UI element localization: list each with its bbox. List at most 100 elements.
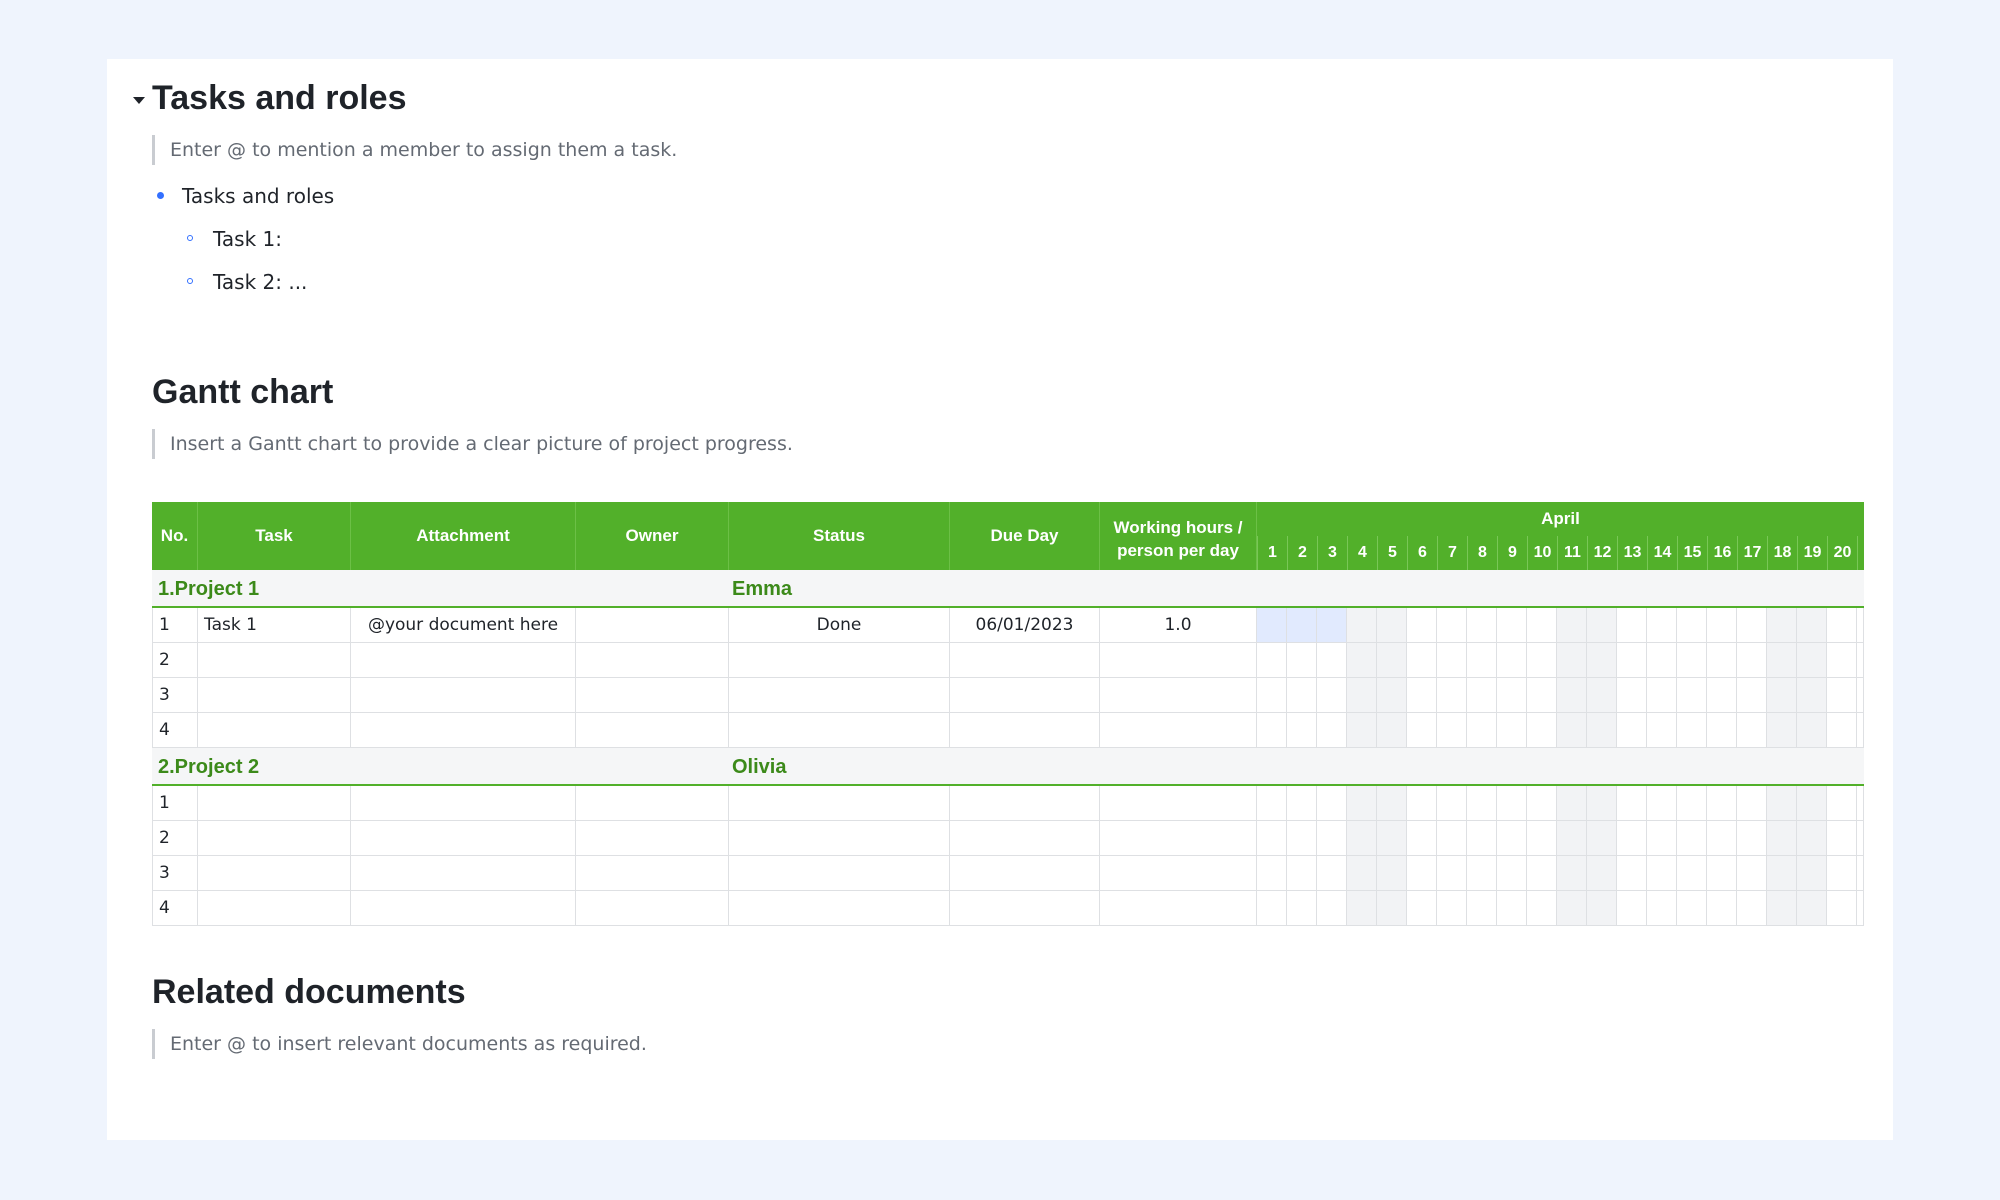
gantt-cell[interactable] bbox=[1377, 678, 1407, 713]
gantt-cell[interactable] bbox=[1347, 608, 1377, 643]
tasks-heading[interactable]: Tasks and roles bbox=[152, 79, 407, 118]
group-row[interactable] bbox=[152, 748, 1864, 786]
cell-hours[interactable] bbox=[1100, 643, 1257, 678]
header-attachment[interactable]: Attachment bbox=[351, 502, 576, 570]
gantt-cell[interactable] bbox=[1767, 713, 1797, 748]
gantt-cell[interactable] bbox=[1467, 821, 1497, 856]
cell-attachment[interactable] bbox=[351, 678, 576, 713]
gantt-table[interactable]: No. Task Attachment Owner Status Due Day… bbox=[152, 502, 1864, 989]
gantt-cell[interactable] bbox=[1587, 821, 1617, 856]
gantt-cell[interactable] bbox=[1527, 856, 1557, 891]
cell-owner[interactable] bbox=[576, 891, 729, 926]
cell-hours[interactable] bbox=[1100, 678, 1257, 713]
gantt-cell[interactable] bbox=[1677, 643, 1707, 678]
gantt-cell[interactable] bbox=[1287, 678, 1317, 713]
group-label[interactable]: 1.Project 1 bbox=[158, 570, 259, 608]
gantt-cell[interactable] bbox=[1467, 786, 1497, 821]
gantt-cell[interactable] bbox=[1647, 608, 1677, 643]
cell-task[interactable] bbox=[198, 678, 351, 713]
gantt-cell[interactable] bbox=[1707, 786, 1737, 821]
gantt-cell[interactable] bbox=[1587, 856, 1617, 891]
gantt-cell-overflow[interactable] bbox=[1857, 643, 1864, 678]
cell-owner[interactable] bbox=[576, 821, 729, 856]
gantt-cell[interactable] bbox=[1497, 856, 1527, 891]
gantt-cell[interactable] bbox=[1527, 786, 1557, 821]
cell-task[interactable] bbox=[198, 891, 351, 926]
gantt-cell[interactable] bbox=[1407, 856, 1437, 891]
gantt-cell[interactable] bbox=[1767, 786, 1797, 821]
cell-attachment[interactable] bbox=[351, 821, 576, 856]
gantt-cell[interactable] bbox=[1557, 891, 1587, 926]
gantt-cell[interactable] bbox=[1437, 821, 1467, 856]
gantt-cell[interactable] bbox=[1257, 786, 1287, 821]
gantt-cell[interactable] bbox=[1437, 891, 1467, 926]
gantt-cell[interactable] bbox=[1317, 821, 1347, 856]
gantt-cell[interactable] bbox=[1677, 608, 1707, 643]
gantt-cell[interactable] bbox=[1737, 608, 1767, 643]
gantt-cell[interactable] bbox=[1287, 786, 1317, 821]
cell-hours[interactable] bbox=[1100, 891, 1257, 926]
gantt-cell[interactable] bbox=[1407, 891, 1437, 926]
group-owner[interactable]: Olivia bbox=[732, 748, 786, 786]
gantt-cell[interactable] bbox=[1497, 786, 1527, 821]
group-row[interactable] bbox=[152, 570, 1864, 608]
cell-owner[interactable] bbox=[576, 678, 729, 713]
gantt-cell[interactable] bbox=[1497, 643, 1527, 678]
cell-due[interactable] bbox=[950, 821, 1100, 856]
cell-due[interactable] bbox=[950, 643, 1100, 678]
gantt-cell[interactable] bbox=[1347, 891, 1377, 926]
gantt-cell[interactable] bbox=[1707, 643, 1737, 678]
gantt-cell[interactable] bbox=[1617, 713, 1647, 748]
gantt-cell[interactable] bbox=[1827, 678, 1857, 713]
gantt-cell[interactable] bbox=[1527, 608, 1557, 643]
gantt-cell[interactable] bbox=[1647, 821, 1677, 856]
gantt-cell[interactable] bbox=[1647, 678, 1677, 713]
gantt-bar-cell[interactable] bbox=[1317, 608, 1347, 643]
cell-attachment[interactable]: @your document here bbox=[351, 608, 576, 643]
gantt-cell[interactable] bbox=[1257, 678, 1287, 713]
tasks-hint[interactable]: Enter @ to mention a member to assign th… bbox=[152, 135, 677, 165]
cell-no[interactable]: 4 bbox=[152, 891, 198, 926]
cell-due[interactable] bbox=[950, 713, 1100, 748]
cell-due[interactable] bbox=[950, 891, 1100, 926]
gantt-cell[interactable] bbox=[1557, 786, 1587, 821]
gantt-cell[interactable] bbox=[1797, 713, 1827, 748]
gantt-cell[interactable] bbox=[1467, 678, 1497, 713]
cell-hours[interactable]: 1.0 bbox=[1100, 608, 1257, 643]
gantt-cell[interactable] bbox=[1617, 608, 1647, 643]
gantt-cell[interactable] bbox=[1647, 856, 1677, 891]
gantt-cell[interactable] bbox=[1767, 678, 1797, 713]
cell-attachment[interactable] bbox=[351, 856, 576, 891]
gantt-cell[interactable] bbox=[1647, 643, 1677, 678]
gantt-cell[interactable] bbox=[1377, 786, 1407, 821]
cell-no[interactable]: 2 bbox=[152, 821, 198, 856]
collapse-caret-icon[interactable] bbox=[133, 97, 145, 104]
cell-task[interactable] bbox=[198, 856, 351, 891]
gantt-cell[interactable] bbox=[1257, 713, 1287, 748]
gantt-cell[interactable] bbox=[1377, 643, 1407, 678]
gantt-cell[interactable] bbox=[1767, 643, 1797, 678]
gantt-cell[interactable] bbox=[1437, 856, 1467, 891]
cell-owner[interactable] bbox=[576, 786, 729, 821]
header-due-day[interactable]: Due Day bbox=[950, 502, 1100, 570]
gantt-cell[interactable] bbox=[1737, 856, 1767, 891]
gantt-cell[interactable] bbox=[1827, 608, 1857, 643]
cell-no[interactable]: 2 bbox=[152, 643, 198, 678]
gantt-cell[interactable] bbox=[1437, 786, 1467, 821]
gantt-cell[interactable] bbox=[1557, 713, 1587, 748]
gantt-cell[interactable] bbox=[1347, 821, 1377, 856]
gantt-cell[interactable] bbox=[1737, 786, 1767, 821]
cell-task[interactable] bbox=[198, 786, 351, 821]
gantt-cell[interactable] bbox=[1347, 678, 1377, 713]
gantt-cell[interactable] bbox=[1317, 713, 1347, 748]
header-status[interactable]: Status bbox=[729, 502, 950, 570]
gantt-cell[interactable] bbox=[1707, 713, 1737, 748]
gantt-cell[interactable] bbox=[1677, 713, 1707, 748]
gantt-cell[interactable] bbox=[1407, 786, 1437, 821]
gantt-cell[interactable] bbox=[1527, 713, 1557, 748]
cell-hours[interactable] bbox=[1100, 856, 1257, 891]
gantt-cell[interactable] bbox=[1527, 678, 1557, 713]
gantt-cell[interactable] bbox=[1767, 891, 1797, 926]
gantt-cell[interactable] bbox=[1407, 821, 1437, 856]
gantt-cell[interactable] bbox=[1257, 891, 1287, 926]
